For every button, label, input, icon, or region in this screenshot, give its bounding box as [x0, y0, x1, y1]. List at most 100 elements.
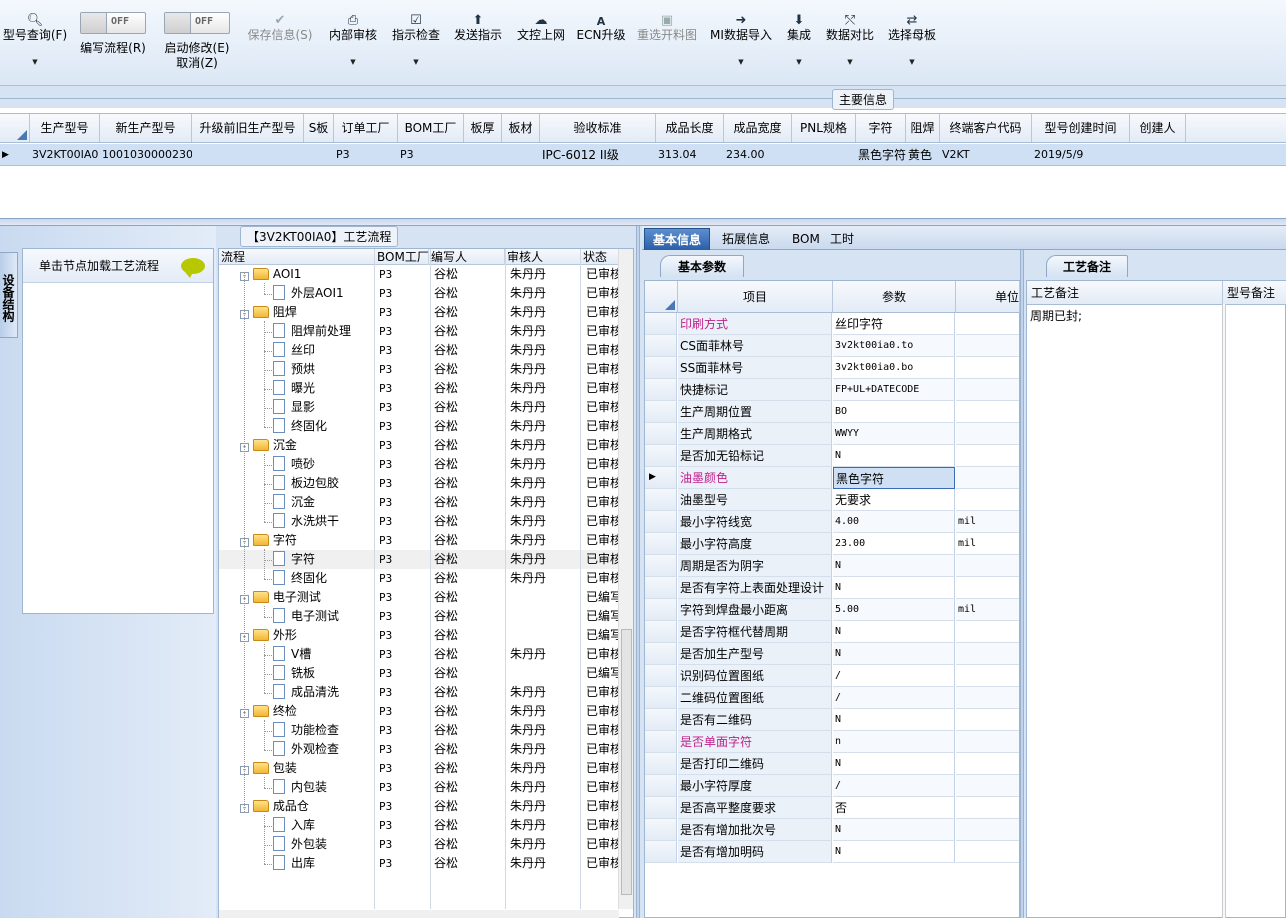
tab-basic-info[interactable]: 基本信息	[644, 228, 711, 250]
param-row[interactable]: 是否高平整度要求否	[645, 797, 1019, 819]
table-cell[interactable]	[1130, 144, 1186, 166]
param-value[interactable]: 3v2kt00ia0.to	[833, 335, 955, 357]
tree-node[interactable]: 入库 P3 谷松 朱丹丹 已审核	[219, 816, 619, 835]
param-row[interactable]: 是否有二维码 N	[645, 709, 1019, 731]
tree-node[interactable]: 成品清洗 P3 谷松 朱丹丹 已审核	[219, 683, 619, 702]
table-cell[interactable]: 10010300002301	[100, 144, 192, 166]
tab-device-structure[interactable]: 设备结构	[0, 252, 18, 338]
table-cell[interactable]: 234.00	[724, 144, 792, 166]
tree-node[interactable]: 出库 P3 谷松 朱丹丹 已审核	[219, 854, 619, 873]
param-value[interactable]: 无要求	[833, 489, 955, 511]
column-header[interactable]: 生产型号	[30, 114, 100, 142]
param-value[interactable]: N	[833, 709, 955, 731]
integrate-button[interactable]: ⬇ 集成 ▼	[782, 0, 816, 84]
param-row[interactable]: 二维码位置图纸 /	[645, 687, 1019, 709]
param-row[interactable]: 最小字符厚度 /	[645, 775, 1019, 797]
tree-column-header[interactable]: BOM工厂	[375, 249, 429, 265]
param-value[interactable]: WWYY	[833, 423, 955, 445]
table-cell[interactable]	[192, 144, 304, 166]
param-row[interactable]: 是否有增加批次号 N	[645, 819, 1019, 841]
table-cell[interactable]: P3	[334, 144, 398, 166]
column-header[interactable]: 板材	[502, 114, 540, 142]
param-value[interactable]: 4.00	[833, 511, 955, 533]
tree-node[interactable]: 外层AOI1 P3 谷松 朱丹丹 已审核	[219, 284, 619, 303]
doc-upload-button[interactable]: ☁ 文控上网	[514, 0, 568, 84]
param-row[interactable]: 是否有字符上表面处理设计 N	[645, 577, 1019, 599]
param-value[interactable]: 5.00	[833, 599, 955, 621]
write-flow-toggle[interactable]: OFF 编写流程(R)	[78, 0, 148, 84]
notes-scrollbar[interactable]	[1222, 304, 1226, 918]
tree-vertical-scrollbar[interactable]	[618, 249, 633, 909]
column-header[interactable]: 创建人	[1130, 114, 1186, 142]
column-header[interactable]: 阻焊	[906, 114, 940, 142]
tree-node[interactable]: 终固化 P3 谷松 朱丹丹 已审核	[219, 417, 619, 436]
select-master-button[interactable]: ⇄ 选择母板 ▼	[884, 0, 940, 84]
param-row[interactable]: 印刷方式 丝印字符	[645, 313, 1019, 335]
tree-node[interactable]: V槽 P3 谷松 朱丹丹 已审核	[219, 645, 619, 664]
tree-node[interactable]: 功能检查 P3 谷松 朱丹丹 已审核	[219, 721, 619, 740]
column-header[interactable]: PNL规格	[792, 114, 856, 142]
table-cell[interactable]: V2KT	[940, 144, 1032, 166]
param-value[interactable]: N	[833, 555, 955, 577]
param-row[interactable]: 是否打印二维码 N	[645, 753, 1019, 775]
column-header[interactable]: 终端客户代码	[940, 114, 1032, 142]
param-row[interactable]: 生产周期位置 BO	[645, 401, 1019, 423]
param-value[interactable]: 3v2kt00ia0.bo	[833, 357, 955, 379]
tree-node[interactable]: 外包装 P3 谷松 朱丹丹 已审核	[219, 835, 619, 854]
param-value[interactable]: N	[833, 819, 955, 841]
column-header[interactable]: 成品长度	[656, 114, 724, 142]
table-cell[interactable]: 3V2KT00IA0	[30, 144, 100, 166]
send-instruction-button[interactable]: ⬆ 发送指示	[451, 0, 505, 84]
mi-import-button[interactable]: ➜ MI数据导入 ▼	[708, 0, 774, 84]
tree-node[interactable]: - 成品仓 P3 谷松 朱丹丹 已审核	[219, 797, 619, 816]
toggle-switch[interactable]: OFF	[164, 12, 230, 34]
tree-node[interactable]: 曝光 P3 谷松 朱丹丹 已审核	[219, 379, 619, 398]
tab-extended-info[interactable]: 拓展信息	[714, 228, 778, 250]
param-value[interactable]: N	[833, 445, 955, 467]
horizontal-splitter[interactable]	[0, 218, 1286, 226]
reselect-cut-chart-button[interactable]: ▣ 重选开料图	[634, 0, 700, 84]
start-modify-toggle[interactable]: OFF 启动修改(E) 取消(Z)	[160, 0, 234, 84]
param-row[interactable]: 周期是否为阴字 N	[645, 555, 1019, 577]
param-value[interactable]: N	[833, 621, 955, 643]
tree-node[interactable]: 外观检查 P3 谷松 朱丹丹 已审核	[219, 740, 619, 759]
params-notes-splitter[interactable]	[1020, 250, 1024, 918]
param-value[interactable]: 否	[833, 797, 955, 819]
column-header[interactable]: 字符	[856, 114, 906, 142]
tree-node[interactable]: 终固化 P3 谷松 朱丹丹 已审核	[219, 569, 619, 588]
tab-basic-params[interactable]: 基本参数	[660, 255, 744, 277]
table-cell[interactable]: 黄色	[906, 144, 940, 166]
tree-node[interactable]: 板边包胶 P3 谷松 朱丹丹 已审核	[219, 474, 619, 493]
tree-node[interactable]: 铣板 P3 谷松 已编写	[219, 664, 619, 683]
table-cell[interactable]: 黑色字符	[856, 144, 906, 166]
param-row[interactable]: 字符到焊盘最小距离 5.00 mil	[645, 599, 1019, 621]
tree-node[interactable]: - 终检 P3 谷松 朱丹丹 已审核	[219, 702, 619, 721]
column-header[interactable]: 验收标准	[540, 114, 656, 142]
tree-node[interactable]: 预烘 P3 谷松 朱丹丹 已审核	[219, 360, 619, 379]
cancel-button[interactable]: 取消(Z)	[160, 55, 234, 71]
ecn-upgrade-button[interactable]: A ECN升级	[576, 0, 626, 84]
column-header[interactable]: BOM工厂	[398, 114, 464, 142]
tree-node[interactable]: 喷砂 P3 谷松 朱丹丹 已审核	[219, 455, 619, 474]
instruction-check-button[interactable]: ☑ 指示检查 ▼	[389, 0, 443, 84]
tree-node[interactable]: - 沉金 P3 谷松 朱丹丹 已审核	[219, 436, 619, 455]
tree-node[interactable]: 电子测试 P3 谷松 已编写	[219, 607, 619, 626]
tree-column-header[interactable]: 编写人	[429, 249, 505, 265]
param-row[interactable]: 最小字符高度 23.00 mil	[645, 533, 1019, 555]
param-row[interactable]: 是否单面字符 n	[645, 731, 1019, 753]
process-notes-value[interactable]: 周期已封;	[1030, 307, 1082, 324]
param-value[interactable]: FP+UL+DATECODE	[833, 379, 955, 401]
tree-node[interactable]: - 电子测试 P3 谷松 已编写	[219, 588, 619, 607]
param-row[interactable]: SS面菲林号 3v2kt00ia0.bo	[645, 357, 1019, 379]
column-header[interactable]: 成品宽度	[724, 114, 792, 142]
tree-node[interactable]: 字符 P3 谷松 朱丹丹 已审核	[219, 550, 619, 569]
column-header[interactable]: 升级前旧生产型号	[192, 114, 304, 142]
tree-node[interactable]: 沉金 P3 谷松 朱丹丹 已审核	[219, 493, 619, 512]
tree-node[interactable]: - 阻焊 P3 谷松 朱丹丹 已审核	[219, 303, 619, 322]
param-value[interactable]: N	[833, 841, 955, 863]
table-cell[interactable]	[464, 144, 502, 166]
tree-node[interactable]: 水洗烘干 P3 谷松 朱丹丹 已审核	[219, 512, 619, 531]
param-row[interactable]: 是否字符框代替周期 N	[645, 621, 1019, 643]
internal-review-button[interactable]: ⎙ 内部审核 ▼	[326, 0, 380, 84]
column-header[interactable]: 型号创建时间	[1032, 114, 1130, 142]
